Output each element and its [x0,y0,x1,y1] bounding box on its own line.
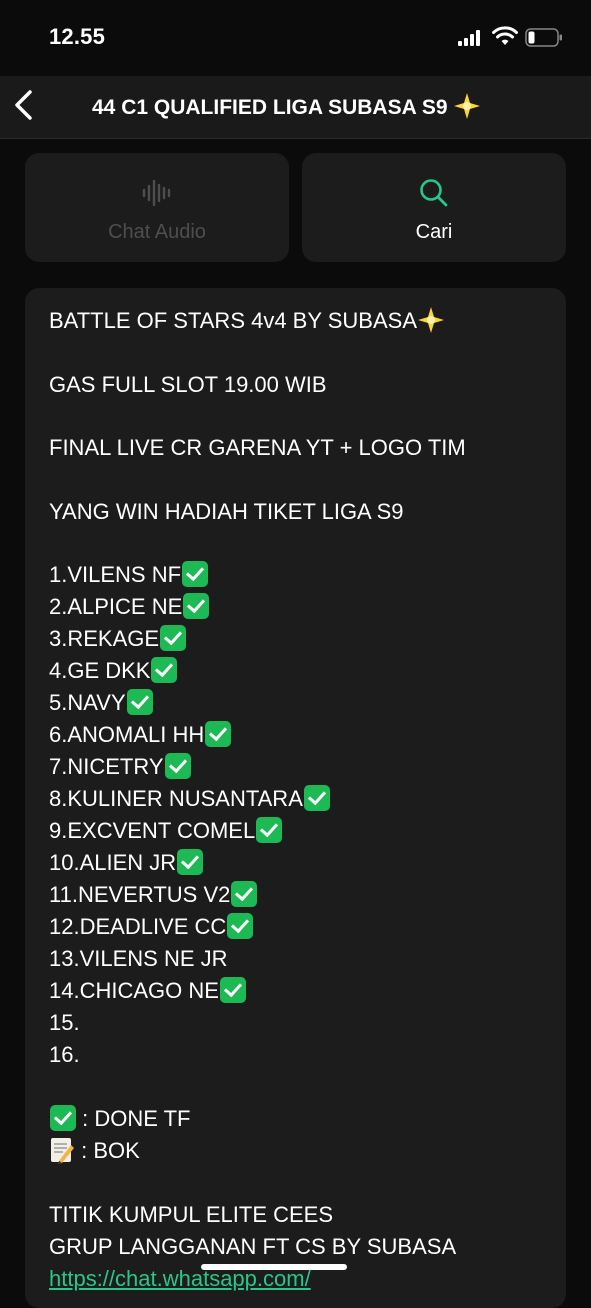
status-time: 12.55 [49,24,106,49]
description-heading: BATTLE OF STARS 4v4 BY SUBASA [49,305,546,337]
footer-line-1: TITIK KUMPUL ELITE CEES [49,1201,334,1227]
check-box-icon [151,657,178,684]
team-name: 6.ANOMALI HH [49,722,205,748]
team-name: 13.VILENS NE JR [49,946,228,972]
team-row: 16. [49,1039,546,1071]
team-row: 13.VILENS NE JR [49,943,546,975]
team-name: 4.GE DKK [49,658,151,684]
check-box-icon [231,881,258,908]
team-row: 5.NAVY [49,687,546,719]
check-box-icon [177,849,204,876]
team-name: 10.ALIEN JR [49,850,177,876]
legend-done-text: : DONE TF [76,1105,191,1131]
team-row: 8.KULINER NUSANTARA [49,783,546,815]
description-heading-text: BATTLE OF STARS 4v4 BY SUBASA [49,308,418,333]
team-name: 3.REKAGE [49,626,160,652]
search-label: Cari [415,221,453,243]
search-button[interactable]: Cari [302,153,566,262]
check-box-icon [160,625,187,652]
check-box-icon [227,913,254,940]
team-row: 14.CHICAGO NE [49,975,546,1007]
team-name: 15. [49,1010,80,1036]
legend-done: : DONE TF [49,1103,546,1135]
team-row: 1.VILENS NF [49,559,546,591]
star-icon [454,93,481,119]
team-row: 12.DEADLIVE CC [49,911,546,943]
team-list: 1.VILENS NF 2.ALPICE NE 3.REKAGE 4.GE DKK 5.… [49,559,546,1071]
description-prize: YANG WIN HADIAH TIKET LIGA S9 [49,498,404,524]
audio-wave-icon [142,179,171,207]
home-indicator [201,1264,347,1270]
footer-line-2: GRUP LANGGANAN FT CS BY SUBASA [49,1233,457,1259]
team-name: 5.NAVY [49,690,126,716]
team-name: 12.DEADLIVE CC [49,914,227,940]
check-box-icon [205,721,232,748]
group-title-text: 44 C1 QUALIFIED LIGA SUBASA S9 [92,96,448,119]
wifi-icon [492,26,518,45]
team-name: 2.ALPICE NE [49,594,183,620]
team-row: 15. [49,1007,546,1039]
group-title: 44 C1 QUALIFIED LIGA SUBASA S9 [92,92,481,120]
team-row: 9.EXCVENT COMEL [49,815,546,847]
description-final: FINAL LIVE CR GARENA YT + LOGO TIM [49,435,466,461]
back-chevron-icon[interactable] [12,88,36,122]
team-name: 11.NEVERTUS V2 [49,882,231,908]
team-row: 11.NEVERTUS V2 [49,879,546,911]
search-icon [420,179,448,207]
team-name: 7.NICETRY [49,754,164,780]
team-row: 7.NICETRY [49,751,546,783]
check-box-icon [303,785,330,812]
chat-audio-button[interactable]: Chat Audio [25,153,289,262]
team-name: 14.CHICAGO NE [49,978,219,1004]
check-box-icon [50,1104,76,1131]
cellular-signal-icon [458,30,480,46]
team-row: 2.ALPICE NE [49,591,546,623]
group-actions: Chat Audio Cari [0,139,591,279]
team-name: 1.VILENS NF [49,562,182,588]
team-row: 10.ALIEN JR [49,847,546,879]
chat-audio-label: Chat Audio [108,221,206,243]
check-box-icon [182,561,209,588]
team-row: 6.ANOMALI HH [49,719,546,751]
check-box-icon [183,593,210,620]
check-box-icon [164,753,191,780]
star-icon [418,307,445,333]
status-bar: 12.55 [0,0,591,76]
chat-header: 44 C1 QUALIFIED LIGA SUBASA S9 [0,76,591,139]
group-description: BATTLE OF STARS 4v4 BY SUBASA GAS FULL S… [49,305,546,1295]
team-name: 9.EXCVENT COMEL [49,818,256,844]
legend-bok: : BOK [49,1135,546,1167]
description-schedule: GAS FULL SLOT 19.00 WIB [49,371,327,397]
team-name: 8.KULINER NUSANTARA [49,786,303,812]
group-description-card: BATTLE OF STARS 4v4 BY SUBASA GAS FULL S… [25,288,566,1308]
team-name: 16. [49,1042,80,1068]
check-box-icon [126,689,153,716]
check-box-icon [256,817,283,844]
battery-icon [525,28,562,47]
team-row: 3.REKAGE [49,623,546,655]
memo-icon [51,1137,74,1164]
team-row: 4.GE DKK [49,655,546,687]
check-box-icon [219,977,246,1004]
legend-bok-text: : BOK [75,1137,140,1163]
